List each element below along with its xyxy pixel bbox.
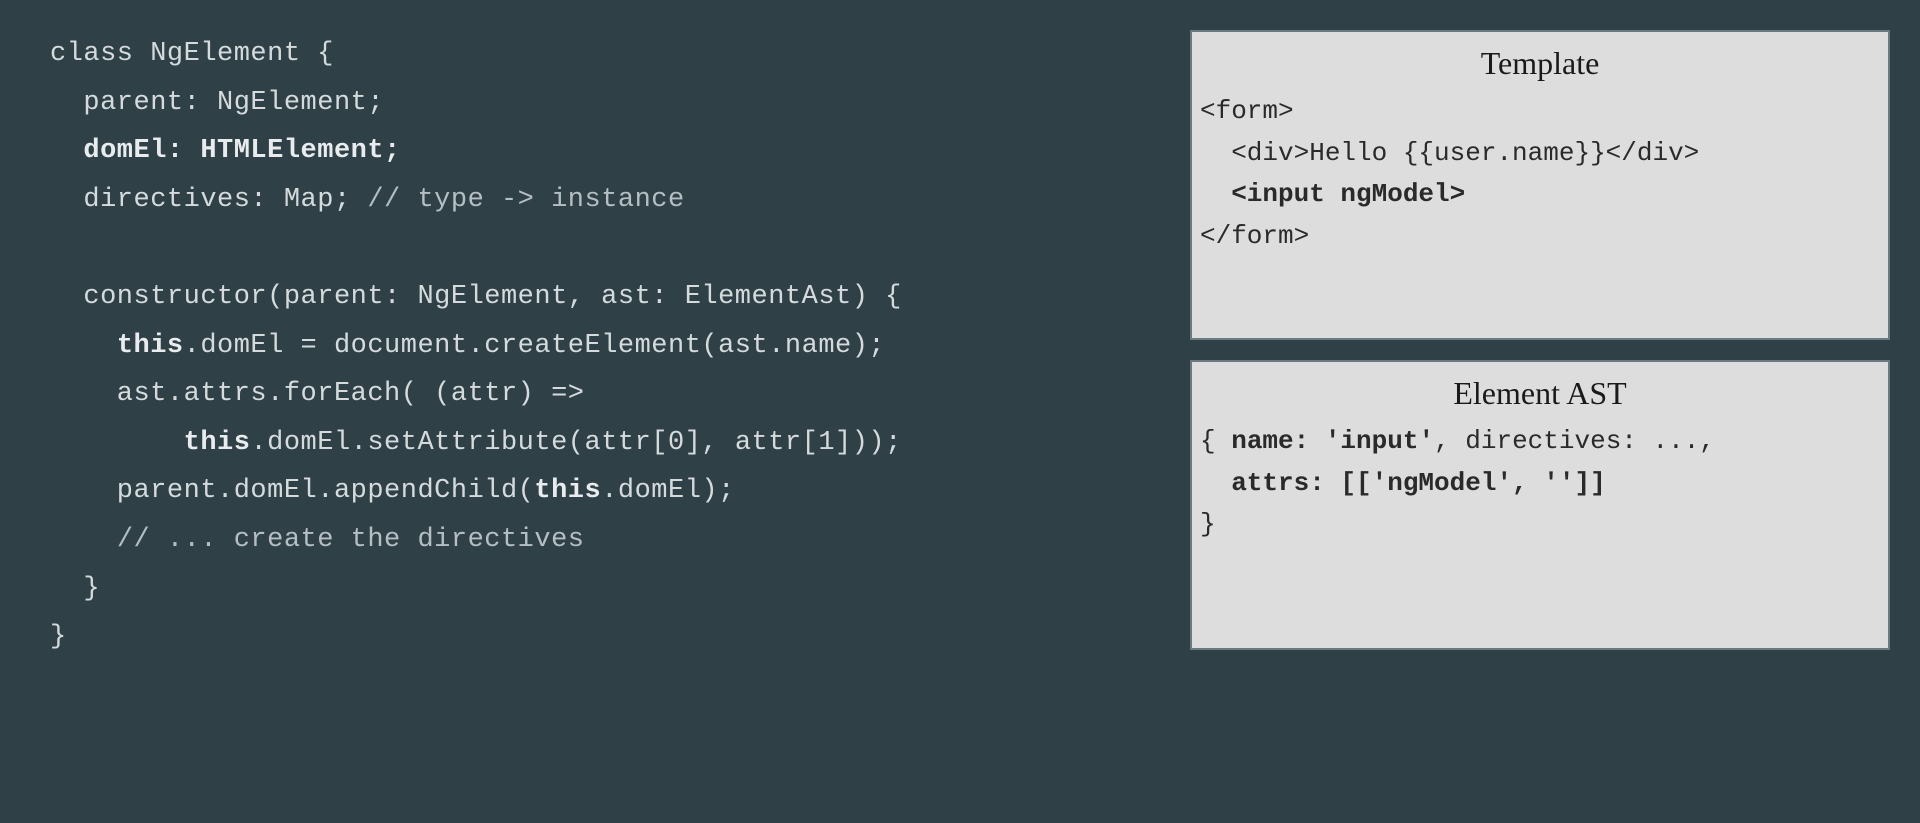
code-line: ast.attrs.forEach( (attr) => xyxy=(50,379,584,409)
code-line: domEl: HTMLElement; xyxy=(50,136,401,166)
template-line: </form> xyxy=(1200,221,1309,251)
code-line: parent: NgElement; xyxy=(50,88,384,118)
code-line: } xyxy=(50,574,100,604)
ast-line: } xyxy=(1200,509,1216,539)
template-line: <div>Hello {{user.name}}</div> xyxy=(1200,138,1699,168)
code-line: // ... create the directives xyxy=(50,525,585,555)
code-block: class NgElement { parent: NgElement; dom… xyxy=(50,30,1150,662)
code-line: } xyxy=(50,622,67,652)
ast-line: attrs: [['ngModel', '']] xyxy=(1200,468,1606,498)
code-line: parent.domEl.appendChild(this.domEl); xyxy=(50,476,735,506)
code-line: this.domEl = document.createElement(ast.… xyxy=(50,331,885,361)
template-panel: Template <form> <div>Hello {{user.name}}… xyxy=(1190,30,1890,340)
element-ast-panel-body: { name: 'input', directives: ..., attrs:… xyxy=(1192,421,1888,556)
template-panel-body: <form> <div>Hello {{user.name}}</div> <i… xyxy=(1192,91,1888,267)
template-line: <form> xyxy=(1200,96,1294,126)
code-line: constructor(parent: NgElement, ast: Elem… xyxy=(50,282,902,312)
code-line: class NgElement { xyxy=(50,39,334,69)
template-panel-title: Template xyxy=(1192,32,1888,91)
element-ast-panel-title: Element AST xyxy=(1192,362,1888,421)
code-line: directives: Map; // type -> instance xyxy=(50,185,685,215)
code-line: this.domEl.setAttribute(attr[0], attr[1]… xyxy=(50,428,902,458)
template-line-highlight: <input ngModel> xyxy=(1200,179,1465,209)
element-ast-panel: Element AST { name: 'input', directives:… xyxy=(1190,360,1890,650)
ast-line: { name: 'input', directives: ..., xyxy=(1200,426,1715,456)
